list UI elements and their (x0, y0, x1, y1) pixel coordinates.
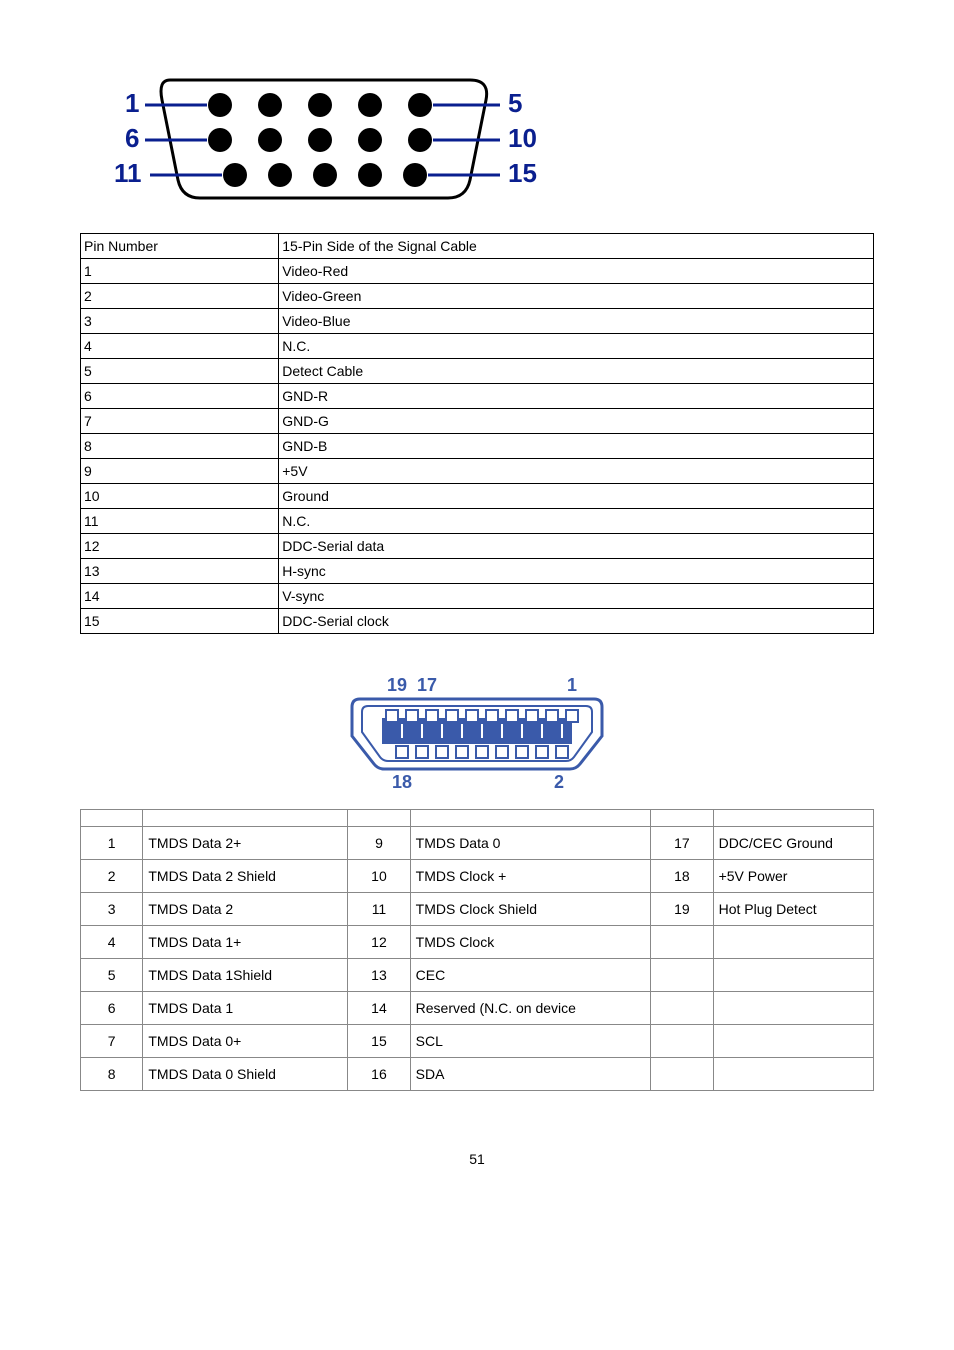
table-row: 9+5V (81, 459, 874, 484)
table-row: 3TMDS Data 211TMDS Clock Shield19Hot Plu… (81, 893, 874, 926)
table-row: 7TMDS Data 0+15SCL (81, 1025, 874, 1058)
svg-text:6: 6 (125, 123, 139, 153)
svg-text:11: 11 (114, 158, 142, 188)
hdmi-connector-diagram: 19 17 1 18 2 (332, 674, 622, 794)
table-row: 2TMDS Data 2 Shield10TMDS Clock +18+5V P… (81, 860, 874, 893)
table-row: 5TMDS Data 1Shield13CEC (81, 959, 874, 992)
svg-text:1: 1 (567, 675, 577, 695)
table-row: 1TMDS Data 2+9TMDS Data 017DDC/CEC Groun… (81, 827, 874, 860)
table-row: 1Video-Red (81, 259, 874, 284)
table-row: 10Ground (81, 484, 874, 509)
svg-text:10: 10 (508, 123, 537, 153)
table-row: 5Detect Cable (81, 359, 874, 384)
svg-text:2: 2 (554, 772, 564, 792)
table-row: 7GND-G (81, 409, 874, 434)
table-header-row: Pin Number 15-Pin Side of the Signal Cab… (81, 234, 874, 259)
table-row: 3Video-Blue (81, 309, 874, 334)
table-row: 15DDC-Serial clock (81, 609, 874, 634)
table-row: 14V-sync (81, 584, 874, 609)
svg-text:18: 18 (392, 772, 412, 792)
table-row: 12DDC-Serial data (81, 534, 874, 559)
pin-header: Pin Number (81, 234, 279, 259)
table-row: 8GND-B (81, 434, 874, 459)
vga-pin-table: Pin Number 15-Pin Side of the Signal Cab… (80, 233, 874, 634)
svg-text:15: 15 (508, 158, 537, 188)
svg-text:19: 19 (387, 675, 407, 695)
svg-text:1: 1 (125, 88, 139, 118)
table-row: 13H-sync (81, 559, 874, 584)
desc-header: 15-Pin Side of the Signal Cable (279, 234, 874, 259)
table-row: 4N.C. (81, 334, 874, 359)
table-row: 6TMDS Data 114Reserved (N.C. on device (81, 992, 874, 1025)
svg-text:5: 5 (508, 88, 522, 118)
table-header-row (81, 810, 874, 827)
vga-connector-diagram: 1 6 11 5 10 15 (110, 70, 540, 200)
svg-text:17: 17 (417, 675, 437, 695)
hdmi-pin-table: 1TMDS Data 2+9TMDS Data 017DDC/CEC Groun… (80, 809, 874, 1091)
table-row: 4TMDS Data 1+12TMDS Clock (81, 926, 874, 959)
table-row: 8TMDS Data 0 Shield16SDA (81, 1058, 874, 1091)
table-row: 2Video-Green (81, 284, 874, 309)
page-number: 51 (80, 1151, 874, 1167)
table-row: 6GND-R (81, 384, 874, 409)
table-row: 11N.C. (81, 509, 874, 534)
